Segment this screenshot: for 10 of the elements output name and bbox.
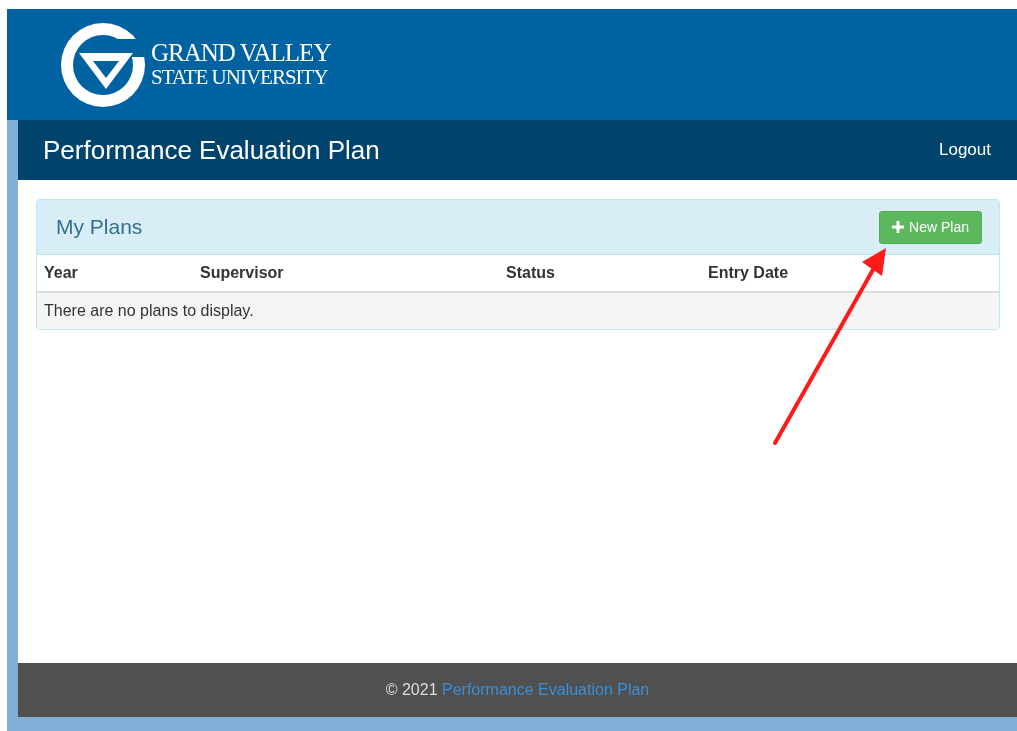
- logo-text: GRAND VALLEY: [151, 40, 331, 65]
- logout-link[interactable]: Logout: [939, 140, 991, 160]
- copyright-text: © 2021 Performance Evaluation Plan: [385, 681, 650, 699]
- empty-message: There are no plans to display.: [37, 292, 999, 329]
- logo-text: STATE UNIVERSITY: [151, 64, 329, 89]
- footer-link[interactable]: Performance Evaluation Plan: [442, 681, 650, 698]
- new-plan-button[interactable]: New Plan: [879, 210, 982, 244]
- app-title: Performance Evaluation Plan: [43, 134, 380, 166]
- plus-icon: [892, 221, 905, 233]
- panel-title: My Plans: [56, 215, 143, 239]
